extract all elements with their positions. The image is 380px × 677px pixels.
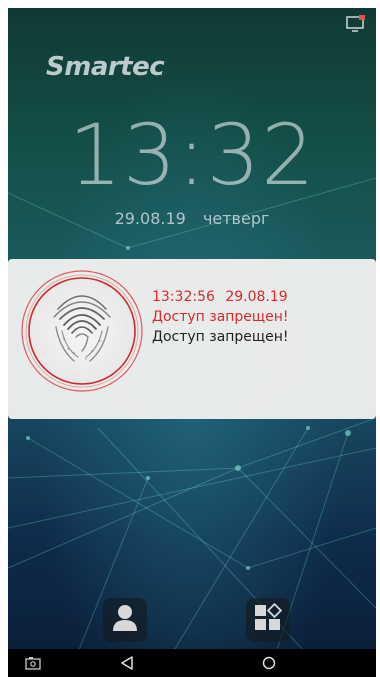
clock: 13:32	[68, 106, 316, 204]
lock-screen: Smartec 13:32 29.08.19 четверг 13:32:56 …	[8, 8, 376, 677]
notification-text: 13:32:56 29.08.19 Доступ запрещен! Досту…	[152, 287, 289, 347]
apps-icon	[253, 602, 283, 637]
access-notification: 13:32:56 29.08.19 Доступ запрещен! Досту…	[8, 259, 376, 419]
user-icon	[112, 604, 138, 636]
notification-title: Доступ запрещен!	[152, 309, 289, 325]
apps-button[interactable]	[246, 598, 290, 642]
back-icon[interactable]	[116, 653, 138, 673]
fingerprint-image	[20, 269, 144, 393]
date-text: 29.08.19	[114, 209, 186, 228]
event-time: 13:32:56	[152, 289, 215, 305]
weekday-text: четверг	[202, 209, 270, 228]
brand-logo: Smartec	[46, 52, 165, 82]
home-icon[interactable]	[258, 653, 280, 673]
notification-message: Доступ запрещен!	[152, 329, 289, 345]
screenshot-icon[interactable]	[22, 653, 44, 673]
user-button[interactable]	[103, 598, 147, 642]
navigation-bar	[8, 649, 376, 677]
date-row: 29.08.19 четверг	[8, 209, 376, 228]
cast-icon	[346, 14, 368, 34]
event-date: 29.08.19	[225, 289, 288, 305]
event-timestamp: 13:32:56 29.08.19	[152, 287, 289, 307]
